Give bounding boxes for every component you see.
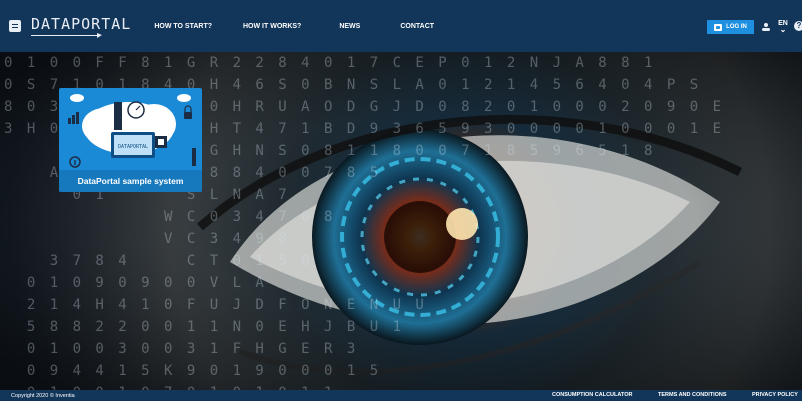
help-icon[interactable]: ?: [794, 21, 802, 31]
top-navigation-bar: DATAPORTAL HOW TO START? HOW IT WORKS? N…: [0, 0, 802, 52]
cloud-system-illustration: DATAPORTAL: [68, 94, 196, 168]
nav-news[interactable]: NEWS: [339, 23, 360, 30]
menu-icon[interactable]: [9, 20, 21, 32]
footer-link-terms[interactable]: TERMS AND CONDITIONS: [658, 392, 727, 398]
hero-banner: 0 1 0 0 F F 8 1 G R 2 2 8 4 0 1 7 C E P …: [0, 52, 802, 390]
card-title: DataPortal sample system: [59, 170, 202, 192]
user-settings-icon[interactable]: [761, 22, 771, 32]
sample-system-card[interactable]: DATAPORTAL DataPortal sample system: [59, 88, 202, 192]
language-selector[interactable]: EN ⌄: [778, 20, 788, 34]
chevron-down-icon: ⌄: [779, 25, 787, 34]
logo-underline: [31, 33, 102, 38]
main-nav: HOW TO START? HOW IT WORKS? NEWS CONTACT: [154, 23, 434, 30]
nav-contact[interactable]: CONTACT: [400, 23, 434, 30]
copyright-text: Copyright 2020 © Inventia: [11, 392, 75, 399]
card-logo-text: DATAPORTAL: [118, 144, 148, 150]
login-button[interactable]: LOG IN: [707, 20, 754, 34]
footer-link-privacy[interactable]: PRIVACY POLICY: [752, 392, 798, 398]
footer-link-consumption-calculator[interactable]: CONSUMPTION CALCULATOR: [552, 392, 632, 398]
id-card-icon: [714, 23, 723, 31]
footer: Copyright 2020 © Inventia CONSUMPTION CA…: [0, 390, 802, 401]
nav-how-it-works[interactable]: HOW IT WORKS?: [243, 23, 301, 30]
login-label: LOG IN: [726, 24, 747, 30]
nav-how-to-start[interactable]: HOW TO START?: [154, 23, 212, 30]
logo[interactable]: DATAPORTAL: [31, 8, 131, 44]
logo-text: DATAPORTAL: [31, 15, 132, 33]
